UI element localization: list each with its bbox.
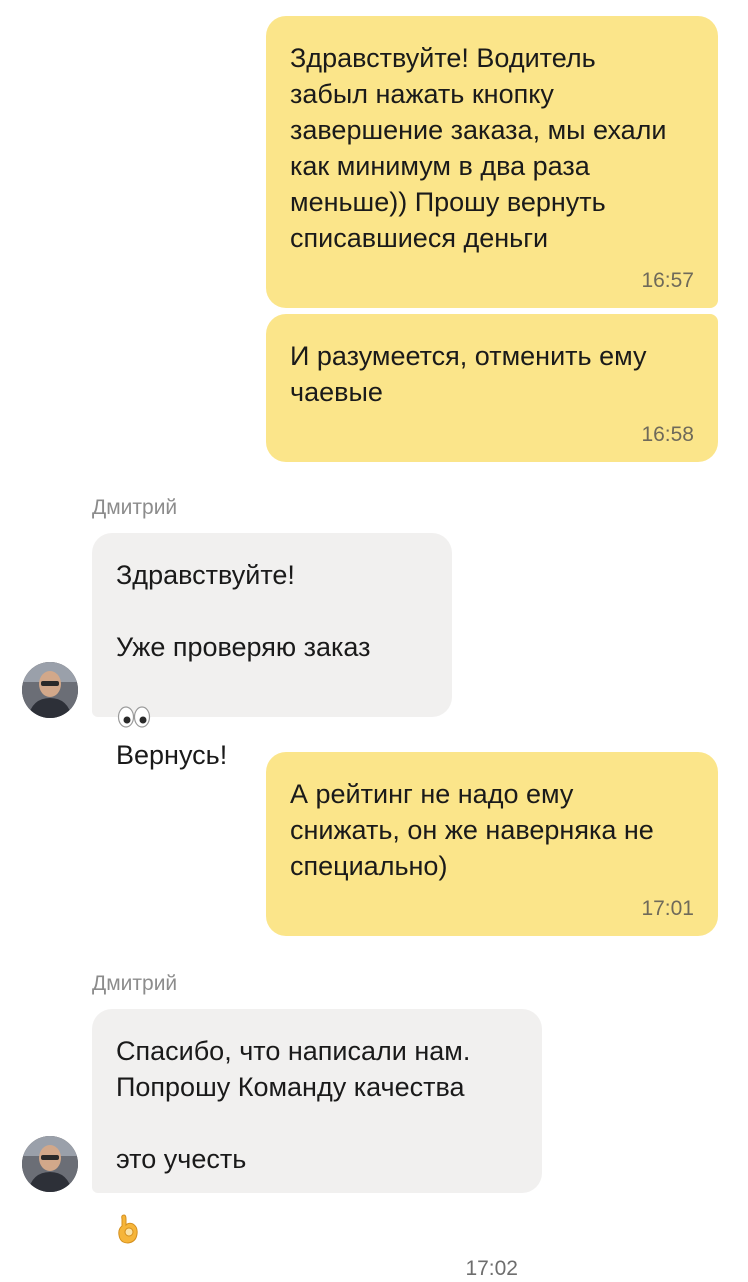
incoming-message[interactable]: Спасибо, что написали нам. Попрошу Коман… — [92, 1009, 542, 1280]
message-line: Спасибо, что написали нам. — [116, 1036, 471, 1066]
outgoing-message[interactable]: А рейтинг не надо ему снижать, он же нав… — [266, 752, 718, 936]
message-line: Попрошу Команду качества — [116, 1072, 465, 1102]
message-text: А рейтинг не надо ему снижать, он же нав… — [290, 779, 654, 881]
message-time: 17:01 — [641, 897, 694, 920]
avatar[interactable] — [22, 1136, 78, 1192]
sender-name: Дмитрий — [92, 496, 178, 519]
message-line: Здравствуйте! — [116, 560, 295, 590]
message-time: 16:58 — [641, 423, 694, 446]
message-text: Здравствуйте! Водитель забыл нажать кноп… — [290, 43, 667, 253]
outgoing-message[interactable]: Здравствуйте! Водитель забыл нажать кноп… — [266, 16, 718, 308]
incoming-message[interactable]: Здравствуйте! Уже проверяю заказ Вернусь… — [92, 533, 452, 803]
chat-thread: Здравствуйте! Водитель забыл нажать кноп… — [0, 0, 748, 1280]
outgoing-message[interactable]: И разумеется, отменить ему чаевые 16:58 — [266, 314, 718, 462]
message-line-with-emoji: Уже проверяю заказ — [116, 593, 428, 737]
message-text: И разумеется, отменить ему чаевые — [290, 341, 647, 407]
avatar[interactable] — [22, 662, 78, 718]
message-line-with-emoji: это учесть — [116, 1105, 518, 1254]
message-line: Уже проверяю заказ — [116, 632, 371, 662]
sender-name: Дмитрий — [92, 972, 178, 995]
message-time: 17:02 — [465, 1257, 518, 1280]
message-line: это учесть — [116, 1144, 247, 1174]
ok-hand-emoji-icon — [116, 1177, 142, 1254]
eyes-emoji-icon — [116, 665, 152, 737]
message-time: 16:57 — [641, 269, 694, 292]
